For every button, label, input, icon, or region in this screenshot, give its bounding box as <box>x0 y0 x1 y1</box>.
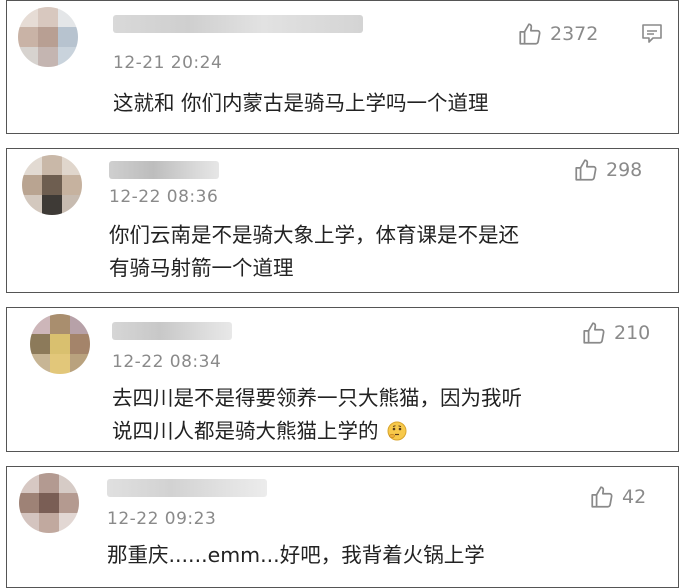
comment-icon <box>642 24 662 43</box>
comment-text-line: 有骑马射箭一个道理 <box>109 256 294 280</box>
thumbs-up-icon <box>575 159 597 181</box>
comment-text-line: 那重庆......emm...好吧，我背着火锅上学 <box>107 543 485 567</box>
thumbs-up-icon <box>583 322 605 344</box>
like-button[interactable]: 2372 <box>517 21 598 47</box>
comment-timestamp: 12-21 20:24 <box>113 53 223 73</box>
like-count: 210 <box>614 322 651 344</box>
comment-card-1: 12-21 20:24 2372 这就和 你们内蒙古是骑马上学吗一个道理 <box>6 0 679 134</box>
avatar[interactable] <box>30 314 90 374</box>
comment-card-4: 12-22 09:23 42 那重庆......emm...好吧，我背着火锅上学 <box>6 466 679 588</box>
like-button[interactable]: 42 <box>589 484 646 510</box>
comment-timestamp: 12-22 09:23 <box>107 509 217 529</box>
like-button[interactable]: 298 <box>573 157 642 183</box>
username-blurred[interactable] <box>112 322 232 340</box>
comment-text-line: 这就和 你们内蒙古是骑马上学吗一个道理 <box>113 91 489 115</box>
comment-text: 去四川是不是得要领养一只大熊猫，因为我听 说四川人都是骑大熊猫上学的 <box>112 382 522 448</box>
avatar[interactable] <box>22 155 82 215</box>
comment-text-line-with-emoji: 说四川人都是骑大熊猫上学的 <box>112 415 522 448</box>
like-count: 298 <box>606 159 643 181</box>
thumbs-up-icon <box>519 23 541 45</box>
comment-text: 你们云南是不是骑大象上学，体育课是不是还 有骑马射箭一个道理 <box>109 219 519 285</box>
username-blurred[interactable] <box>107 479 267 497</box>
comment-text-line: 你们云南是不是骑大象上学，体育课是不是还 <box>109 223 519 247</box>
comment-timestamp: 12-22 08:36 <box>109 187 219 207</box>
thumbs-up-icon <box>591 486 613 508</box>
comment-card-3: 12-22 08:34 210 去四川是不是得要领养一只大熊猫，因为我听 说四川… <box>6 307 679 452</box>
avatar[interactable] <box>18 7 78 67</box>
like-button[interactable]: 210 <box>581 320 650 346</box>
avatar[interactable] <box>19 473 79 533</box>
comment-card-2: 12-22 08:36 298 你们云南是不是骑大象上学，体育课是不是还 有骑马… <box>6 148 679 293</box>
comment-text: 那重庆......emm...好吧，我背着火锅上学 <box>107 539 485 572</box>
comment-timestamp: 12-22 08:34 <box>112 352 222 372</box>
comment-text-line: 去四川是不是得要领养一只大熊猫，因为我听 <box>112 386 522 410</box>
username-blurred[interactable] <box>113 15 363 33</box>
thinking-emoji-icon <box>387 421 407 441</box>
comment-text: 这就和 你们内蒙古是骑马上学吗一个道理 <box>113 87 489 120</box>
like-count: 2372 <box>550 23 599 45</box>
reply-button[interactable] <box>640 21 664 49</box>
username-blurred[interactable] <box>109 161 219 179</box>
comment-text-line: 说四川人都是骑大熊猫上学的 <box>112 419 379 443</box>
like-count: 42 <box>622 486 647 508</box>
